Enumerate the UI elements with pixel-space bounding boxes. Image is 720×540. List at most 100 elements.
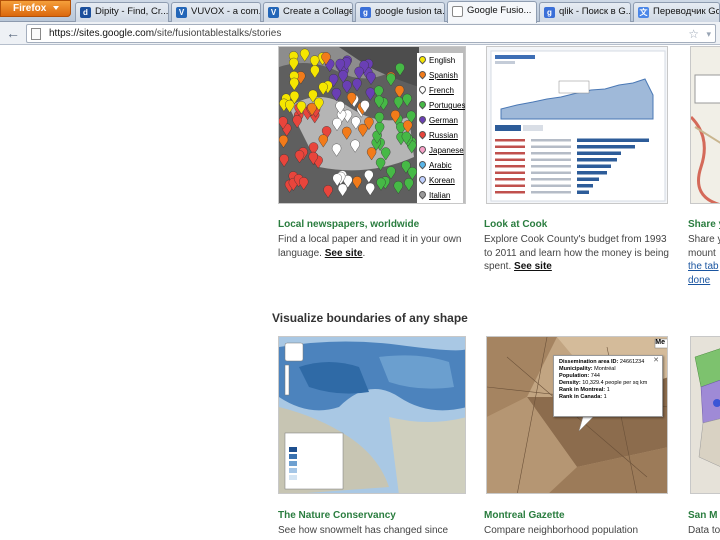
see-site-link[interactable]: See site: [514, 261, 552, 272]
legend-label: German: [429, 116, 458, 125]
description-line: mount: [688, 247, 716, 259]
table-row-value: [531, 152, 571, 155]
map-pin-icon: [417, 84, 428, 95]
map-pin-icon: [417, 129, 428, 140]
description-text: Find a local paper and read it in your o…: [278, 234, 462, 259]
legend-label: French: [429, 86, 454, 95]
google-icon: g: [360, 7, 371, 18]
description-link-line[interactable]: done: [688, 274, 720, 288]
map-legend: English Spanish French Portuguese German Russ…: [417, 53, 466, 203]
popup-value: 1: [603, 394, 607, 400]
card-title[interactable]: Look at Cook: [484, 219, 547, 230]
table-row-label: [495, 171, 525, 174]
popup-value: Montréal: [594, 366, 616, 372]
legend-item[interactable]: Portuguese: [417, 98, 466, 113]
table-row-bar: [577, 171, 607, 175]
montreal-map-thumbnail[interactable]: Me ✕ Dissemination area ID: 24661234 Muni…: [486, 336, 668, 494]
legend-label: Russian: [429, 131, 458, 140]
map-pin-icon: [417, 189, 428, 200]
newspapers-map-thumbnail[interactable]: English Spanish French Portuguese German Russ…: [278, 46, 466, 204]
share-map-thumbnail[interactable]: [690, 46, 720, 204]
popup-key: Dissemination area ID:: [559, 359, 619, 365]
tab-label: Переводчик Go...: [653, 6, 720, 17]
back-button[interactable]: ←: [4, 25, 22, 42]
vuvox-icon: V: [176, 7, 187, 18]
snowmelt-map-graphic: [279, 337, 465, 493]
legend-label: Portuguese: [429, 101, 466, 110]
popup-key: Rank in Montreal:: [559, 387, 606, 393]
popup-line: Rank in Montreal: 1: [559, 387, 657, 394]
legend-item[interactable]: Arabic: [417, 158, 463, 173]
conservancy-map-thumbnail[interactable]: [278, 336, 466, 494]
card-title[interactable]: The Nature Conservancy: [278, 510, 396, 521]
cook-budget-thumbnail[interactable]: [486, 46, 668, 204]
share-map-graphic: [691, 74, 720, 203]
page-icon: [452, 6, 463, 17]
description-line: Share y: [688, 234, 720, 245]
browser-tab[interactable]: g qlik - Поиск в G...: [539, 2, 631, 22]
description-link-line[interactable]: the tab: [688, 260, 720, 274]
browser-tab[interactable]: V Create a Collage ...: [263, 2, 353, 22]
table-row-label: [495, 165, 525, 168]
budget-chart-graphic: [490, 50, 666, 202]
legend-item[interactable]: Japanese: [417, 143, 464, 158]
popup-line: Rank in Canada: 1: [559, 394, 657, 401]
card-title[interactable]: Share y: [688, 219, 720, 230]
table-row-value: [531, 184, 571, 187]
card-description: Data to: [688, 525, 720, 536]
card-description: See how snowmelt has changed since: [278, 525, 449, 536]
info-popup: ✕ Dissemination area ID: 24661234 Municip…: [553, 355, 663, 417]
table-row-bar: [577, 177, 599, 181]
legend-item[interactable]: German: [417, 113, 463, 128]
san-map-thumbnail[interactable]: [690, 336, 720, 494]
vuvox-icon: V: [268, 7, 279, 18]
chevron-down-icon[interactable]: ▾: [706, 26, 711, 42]
legend-item[interactable]: Spanish: [417, 68, 463, 83]
dipity-icon: d: [80, 7, 91, 18]
table-row-bar: [577, 145, 635, 149]
popup-value: 24661234: [619, 359, 645, 365]
table-row-value: [531, 139, 571, 142]
section-heading: Visualize boundaries of any shape: [272, 311, 468, 325]
map-pin-icon: [417, 114, 428, 125]
google-icon: g: [544, 7, 555, 18]
card-title[interactable]: Montreal Gazette: [484, 510, 565, 521]
legend-label: Korean: [429, 176, 455, 185]
map-pin-icon: [417, 69, 428, 80]
page-icon: [31, 28, 41, 40]
popup-key: Rank in Canada:: [559, 394, 603, 400]
card-description: Share y mount the tab done: [688, 233, 720, 287]
firefox-menu-button[interactable]: Firefox: [0, 0, 71, 17]
table-row-value: [531, 158, 571, 161]
address-bar[interactable]: https://sites.google.com/site/fusiontabl…: [26, 24, 716, 43]
table-row-value: [531, 178, 571, 181]
table-row-bar: [577, 184, 593, 188]
see-site-link[interactable]: See site: [325, 248, 363, 259]
popup-value: 10,329.4 people per sq km: [582, 380, 648, 386]
navigation-toolbar: ← https://sites.google.com/site/fusionta…: [0, 22, 720, 45]
browser-tab[interactable]: g google fusion ta...: [355, 2, 445, 22]
url-path: /site/fusiontablestalks/stories: [154, 28, 282, 39]
san-map-graphic: [694, 348, 720, 467]
table-row-value: [531, 191, 571, 194]
browser-tab[interactable]: V VUVOX - a com...: [171, 2, 261, 22]
tab-strip: Firefox d Dipity - Find, Cr... V VUVOX - a …: [0, 0, 720, 23]
popup-key: Density:: [559, 380, 581, 386]
table-row-bar: [577, 164, 611, 168]
url-text: https://sites.google.com/site/fusiontabl…: [49, 25, 281, 42]
table-row-label: [495, 139, 525, 142]
legend-item[interactable]: Italian: [417, 188, 463, 203]
card-title[interactable]: San M: [688, 510, 717, 521]
legend-item[interactable]: English: [417, 53, 463, 68]
bookmark-star-icon[interactable]: ☆: [688, 26, 699, 42]
card-description: Compare neighborhood population: [484, 525, 639, 536]
close-icon[interactable]: ✕: [653, 357, 659, 364]
map-badge[interactable]: Me: [655, 339, 665, 346]
legend-item[interactable]: Korean: [417, 173, 463, 188]
browser-tab[interactable]: 文 Переводчик Go...: [633, 2, 720, 22]
legend-item[interactable]: French: [417, 83, 463, 98]
card-title[interactable]: Local newspapers, worldwide: [278, 219, 419, 230]
browser-tab[interactable]: Google Fusio...: [447, 1, 537, 23]
legend-item[interactable]: Russian: [417, 128, 463, 143]
browser-tab[interactable]: d Dipity - Find, Cr...: [75, 2, 169, 22]
